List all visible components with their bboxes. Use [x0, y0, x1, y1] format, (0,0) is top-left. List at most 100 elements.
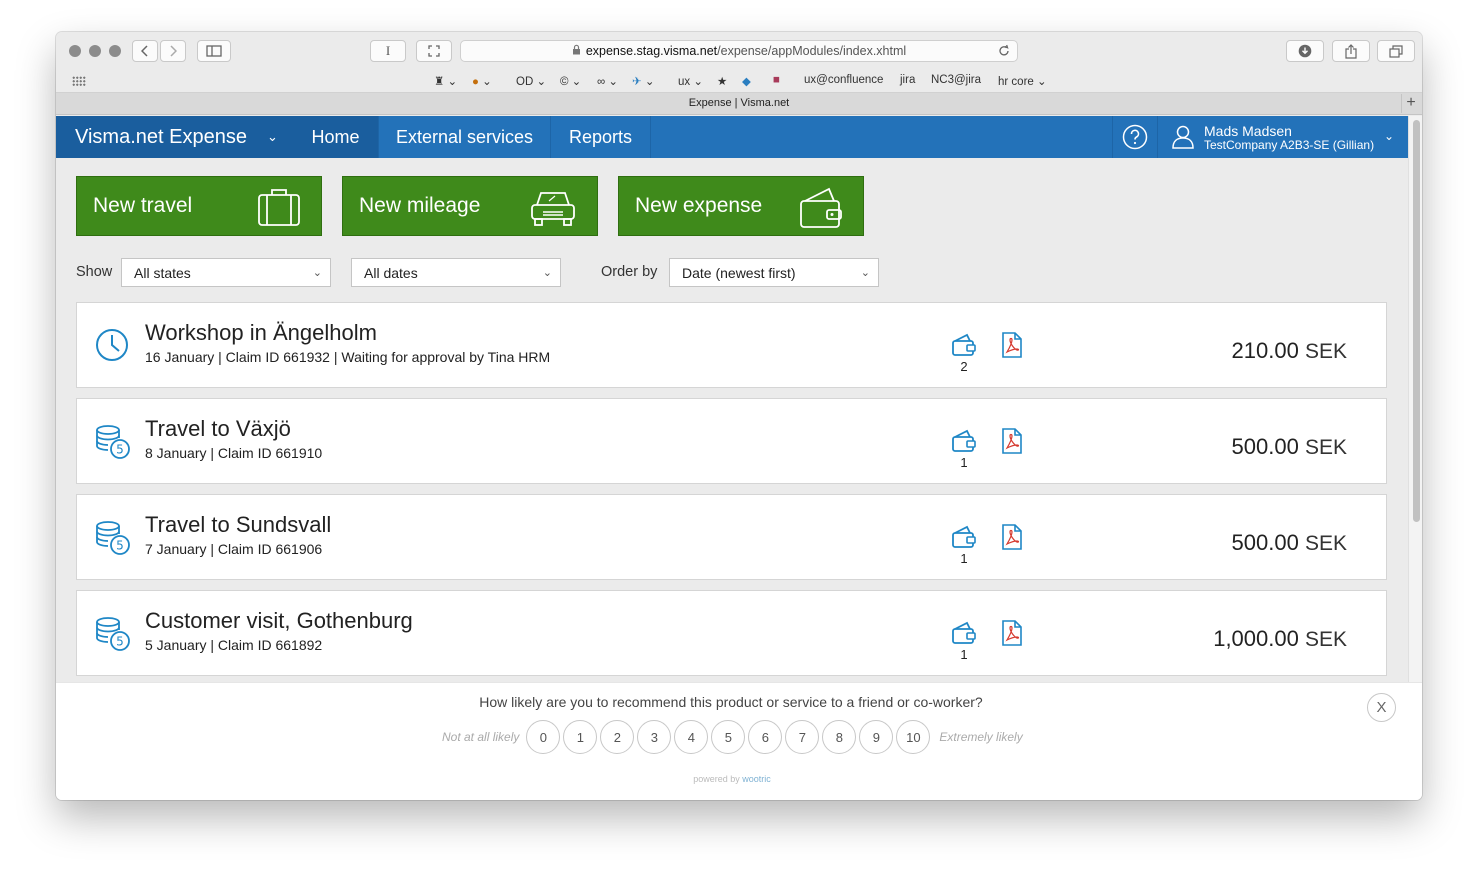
app-switcher[interactable]: Visma.net Expense ⌄: [56, 116, 293, 158]
pdf-icon[interactable]: [1001, 524, 1023, 550]
receipt-count: 2: [960, 359, 968, 374]
claim-amount: 500.00 SEK: [1231, 530, 1347, 555]
survey-high-label: Extremely likely: [939, 730, 1023, 744]
app-icon[interactable]: ■: [773, 74, 780, 86]
nav-reports[interactable]: Reports: [551, 116, 651, 158]
score-button[interactable]: 2: [600, 720, 635, 754]
expand-icon: [428, 45, 440, 57]
text-cursor-button[interactable]: I: [370, 40, 406, 62]
claim-meta: 16 January | Claim ID 661932 | Waiting f…: [145, 349, 551, 365]
claim-row[interactable]: 5 Travel to Sundsvall 7 January | Claim …: [76, 494, 1387, 580]
claim-row[interactable]: 5 Customer visit, Gothenburg 5 January |…: [76, 590, 1387, 676]
score-button[interactable]: 1: [563, 720, 598, 754]
favorite-nc3-jira[interactable]: NC3@jira: [931, 74, 981, 86]
browser-toolbar: I expense.stag.visma.net/expense/appModu…: [56, 32, 1422, 69]
survey-scale: Not at all likely 0 1 2 3 4 5 6 7 8 9 10…: [442, 720, 1023, 754]
burger-icon[interactable]: ● ⌄: [472, 74, 492, 88]
nav-home[interactable]: Home: [293, 116, 379, 158]
claim-title: Customer visit, Gothenburg: [145, 608, 413, 633]
claim-row[interactable]: 5 Travel to Växjö 8 January | Claim ID 6…: [76, 398, 1387, 484]
tabs-overview-button[interactable]: [1377, 40, 1415, 62]
score-button[interactable]: 9: [859, 720, 894, 754]
share-icon: [1345, 43, 1357, 59]
downloads-button[interactable]: [1286, 40, 1324, 62]
user-menu[interactable]: Mads Madsen TestCompany A2B3-SE (Gillian…: [1157, 116, 1408, 158]
car-icon: [531, 192, 575, 226]
infinity-icon[interactable]: ∞ ⌄: [597, 74, 618, 88]
scrollbar-thumb[interactable]: [1413, 120, 1420, 522]
chevron-down-icon: ⌄: [312, 267, 322, 279]
favorite-od[interactable]: OD ⌄: [516, 74, 546, 88]
plane-icon[interactable]: ✈ ⌄: [632, 74, 654, 88]
claim-meta: 7 January | Claim ID 661906: [145, 541, 323, 557]
order-select[interactable]: Date (newest first) ⌄: [669, 258, 879, 287]
docker-icon[interactable]: ◆: [742, 74, 751, 88]
pdf-icon[interactable]: [1001, 428, 1023, 454]
forward-button[interactable]: [160, 40, 186, 62]
svg-text:5: 5: [116, 443, 124, 457]
zoom-window-button[interactable]: [109, 45, 121, 57]
score-button[interactable]: 6: [748, 720, 783, 754]
address-bar[interactable]: expense.stag.visma.net/expense/appModule…: [460, 40, 1018, 62]
receipt-wallet-icon[interactable]: [951, 429, 977, 453]
svg-text:5: 5: [116, 539, 124, 553]
score-button[interactable]: 8: [822, 720, 857, 754]
score-button[interactable]: 4: [674, 720, 709, 754]
favorite-confluence[interactable]: ux@confluence: [804, 74, 883, 86]
survey-question: How likely are you to recommend this pro…: [479, 694, 983, 710]
claim-row[interactable]: Workshop in Ängelholm 16 January | Claim…: [76, 302, 1387, 388]
survey-close-button[interactable]: X: [1367, 693, 1396, 722]
score-button[interactable]: 10: [896, 720, 931, 754]
receipt-count: 1: [960, 551, 968, 566]
favorite-hr-core[interactable]: hr core ⌄: [998, 74, 1047, 88]
score-button[interactable]: 3: [637, 720, 672, 754]
apps-grid-icon[interactable]: [72, 76, 86, 86]
share-button[interactable]: [1332, 40, 1370, 62]
pdf-icon[interactable]: [1001, 332, 1023, 358]
score-button[interactable]: 7: [785, 720, 820, 754]
new-tab-button[interactable]: +: [1401, 94, 1420, 113]
new-travel-button[interactable]: New travel: [76, 176, 322, 236]
copyright-icon[interactable]: © ⌄: [560, 74, 581, 88]
receipt-count: 1: [960, 647, 968, 662]
user-name: Mads Madsen: [1204, 123, 1292, 139]
fullscreen-button[interactable]: [416, 40, 452, 62]
wallet-icon: [800, 187, 842, 228]
wootric-link[interactable]: wootric: [742, 774, 771, 784]
tab-title[interactable]: Expense | Visma.net: [689, 97, 790, 109]
coins-icon: 5: [96, 425, 130, 459]
new-mileage-button[interactable]: New mileage: [342, 176, 598, 236]
chevron-right-icon: [170, 45, 177, 57]
chevron-down-icon: ⌄: [860, 267, 870, 279]
chess-icon[interactable]: ♜ ⌄: [434, 74, 457, 88]
new-expense-button[interactable]: New expense: [618, 176, 864, 236]
close-window-button[interactable]: [69, 45, 81, 57]
reload-icon[interactable]: [998, 44, 1010, 60]
chevron-down-icon: ⌄: [1383, 129, 1394, 143]
receipt-wallet-icon[interactable]: [951, 525, 977, 549]
app-header: Visma.net Expense ⌄ Home External servic…: [56, 116, 1408, 158]
score-button[interactable]: 0: [526, 720, 561, 754]
receipt-wallet-icon[interactable]: [951, 333, 977, 357]
pdf-icon[interactable]: [1001, 620, 1023, 646]
claim-amount: 210.00 SEK: [1231, 338, 1347, 363]
star-icon[interactable]: ★: [717, 74, 727, 88]
tabs-icon: [1389, 44, 1403, 58]
help-button[interactable]: [1112, 116, 1157, 158]
svg-text:5: 5: [116, 635, 124, 649]
favorite-jira[interactable]: jira: [900, 74, 915, 86]
claim-amount: 500.00 SEK: [1231, 434, 1347, 459]
score-button[interactable]: 5: [711, 720, 746, 754]
sidebar-toggle-button[interactable]: [197, 40, 231, 62]
receipt-count: 1: [960, 455, 968, 470]
minimize-window-button[interactable]: [89, 45, 101, 57]
date-filter-select[interactable]: All dates ⌄: [351, 258, 561, 287]
back-button[interactable]: [132, 40, 158, 62]
nav-external-services[interactable]: External services: [379, 116, 551, 158]
clock-icon: [96, 329, 128, 361]
receipt-wallet-icon[interactable]: [951, 621, 977, 645]
favorite-ux[interactable]: ux ⌄: [678, 74, 703, 88]
state-filter-select[interactable]: All states ⌄: [121, 258, 331, 287]
user-company: TestCompany A2B3-SE (Gillian): [1204, 138, 1375, 152]
tab-bar: Expense | Visma.net +: [56, 93, 1422, 115]
